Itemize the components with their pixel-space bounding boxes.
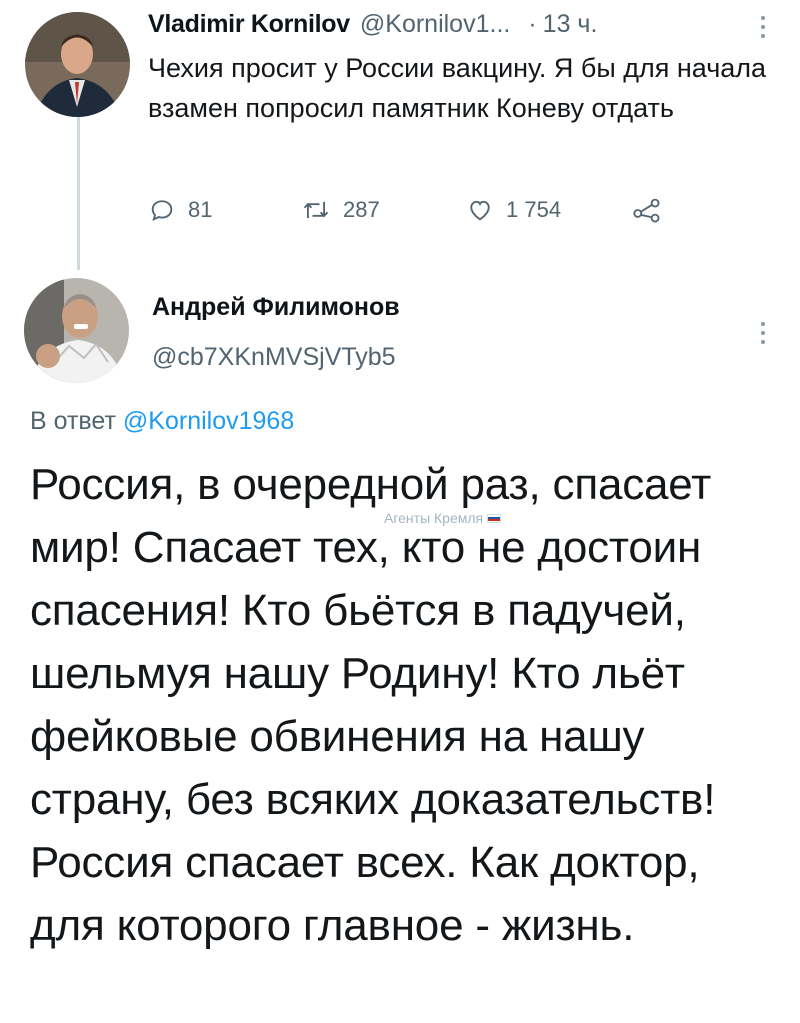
tweet2-author-name[interactable]: Андрей Филимонов [152, 293, 400, 322]
reply-prefix: В ответ [30, 407, 123, 435]
like-button[interactable]: 1 754 [466, 196, 561, 224]
reply-count: 81 [188, 197, 213, 222]
more-icon[interactable] [758, 16, 768, 38]
tweet2-author-handle[interactable]: @cb7XKnMVSjVTyb5 [152, 343, 396, 372]
tweet1-text: Чехия просит у России вакцину. Я бы для … [148, 53, 767, 123]
tweet1-action-bar: 81 287 1 754 [148, 196, 708, 236]
like-icon [470, 200, 490, 221]
reply-icon [151, 200, 173, 222]
retweet-count: 287 [343, 197, 380, 222]
share-icon [633, 198, 660, 223]
watermark: Агенты Кремля [384, 510, 502, 526]
like-count: 1 754 [506, 197, 562, 222]
tweet1-header: Vladimir Kornilov @Kornilov1... · 13 ч. [148, 10, 778, 46]
reply-button[interactable]: 81 [148, 196, 212, 224]
russian-flag-icon [487, 513, 502, 523]
reply-mention-link[interactable]: @Kornilov1968 [123, 407, 294, 435]
tweet2-text: Россия, в очередной раз, спасает мир! Сп… [30, 460, 716, 950]
more-icon[interactable] [758, 322, 768, 344]
thread-connector-line [77, 112, 80, 270]
reply-context: В ответ @Kornilov1968 [30, 407, 294, 436]
retweet-icon [303, 201, 329, 219]
watermark-text: Агенты Кремля [384, 510, 484, 526]
tweet1-author-handle[interactable]: @Kornilov1... [360, 10, 510, 39]
share-button[interactable] [632, 196, 674, 224]
tweet1-separator-dot: · [528, 10, 537, 38]
retweet-button[interactable]: 287 [301, 196, 380, 224]
tweet1-author-name[interactable]: Vladimir Kornilov [148, 10, 350, 39]
avatar-kornilov[interactable] [25, 12, 130, 117]
avatar-filimonov[interactable] [24, 278, 129, 383]
tweet1-timestamp[interactable]: 13 ч. [543, 10, 598, 39]
